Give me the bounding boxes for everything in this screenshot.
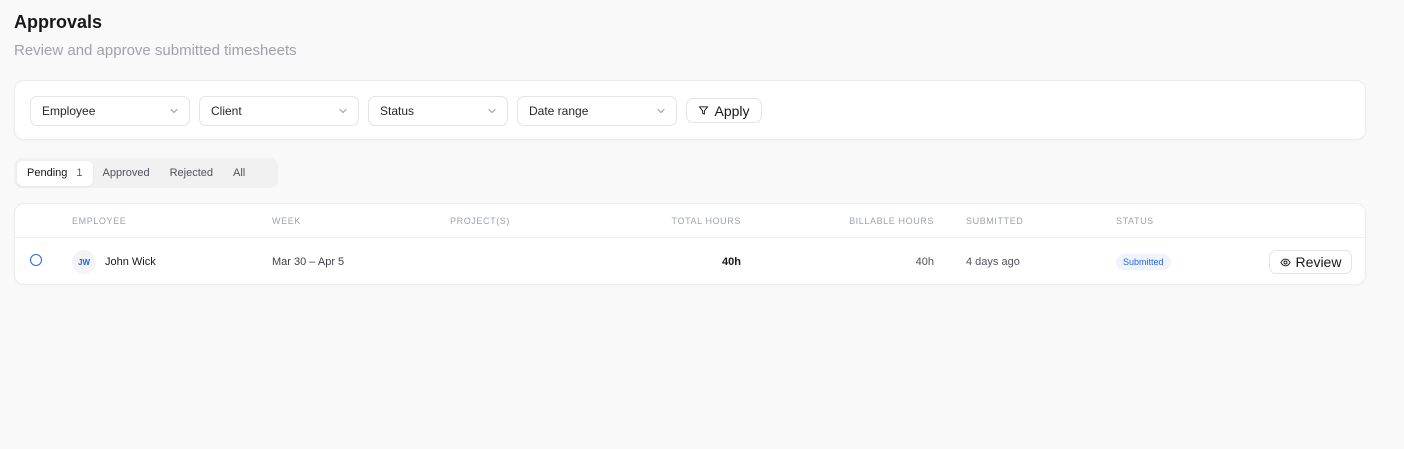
status-select[interactable]: Status xyxy=(368,96,508,126)
tab-approved[interactable]: Approved xyxy=(93,161,160,186)
timesheets-table: Employee Week Project(s) Total hours Bil… xyxy=(14,203,1366,285)
approvals-page: Approvals Review and approve submitted t… xyxy=(0,0,1404,449)
page-subtitle: Review and approve submitted timesheets xyxy=(14,42,297,59)
status-tabs: Pending 1 Approved Rejected All xyxy=(14,158,278,188)
total-hours: 40h xyxy=(722,256,741,268)
avatar: JW xyxy=(72,250,96,274)
tab-all-label: All xyxy=(233,167,246,179)
chevron-down-icon xyxy=(488,108,496,114)
tab-pending-label: Pending xyxy=(27,167,68,179)
tab-rejected-label: Rejected xyxy=(169,167,214,179)
column-header-week: Week xyxy=(272,216,301,226)
date-range-select[interactable]: Date range xyxy=(517,96,677,126)
client-select[interactable]: Client xyxy=(199,96,359,126)
column-header-billable-hours: Billable hours xyxy=(849,216,934,226)
tab-all[interactable]: All xyxy=(223,161,255,186)
date-range-select-label: Date range xyxy=(529,104,589,118)
eye-icon xyxy=(1279,258,1291,266)
employee-select[interactable]: Employee xyxy=(30,96,190,126)
column-header-projects: Project(s) xyxy=(450,216,510,226)
filter-icon xyxy=(699,106,709,115)
apply-button[interactable]: Apply xyxy=(686,98,762,123)
header-divider xyxy=(15,237,1365,238)
filter-bar: Employee Client Status Date range Apply xyxy=(14,80,1366,140)
pending-count-badge: 1 xyxy=(76,167,83,179)
column-header-employee: Employee xyxy=(72,216,127,226)
tab-rejected[interactable]: Rejected xyxy=(160,161,223,186)
tab-approved-label: Approved xyxy=(102,167,150,179)
tab-pending[interactable]: Pending 1 xyxy=(17,160,93,186)
apply-button-label: Apply xyxy=(714,102,750,119)
column-header-status: Status xyxy=(1116,216,1154,226)
billable-hours: 40h xyxy=(915,256,934,268)
employee-select-label: Employee xyxy=(42,104,96,118)
column-header-submitted: Submitted xyxy=(966,216,1024,226)
status-badge: Submitted xyxy=(1116,254,1171,270)
chevron-down-icon xyxy=(170,108,178,114)
chevron-down-icon xyxy=(339,108,347,114)
week-range: Mar 30 – Apr 5 xyxy=(272,256,345,268)
employee-name: John Wick xyxy=(105,256,156,268)
page-title: Approvals xyxy=(14,12,103,32)
client-select-label: Client xyxy=(211,104,242,118)
column-header-total-hours: Total hours xyxy=(671,216,741,226)
submitted-time: 4 days ago xyxy=(966,256,1020,268)
review-button-label: Review xyxy=(1295,254,1342,270)
review-button[interactable]: Review xyxy=(1269,250,1352,274)
row-select-checkbox[interactable] xyxy=(30,254,42,266)
status-select-label: Status xyxy=(380,104,415,118)
chevron-down-icon xyxy=(657,108,665,114)
